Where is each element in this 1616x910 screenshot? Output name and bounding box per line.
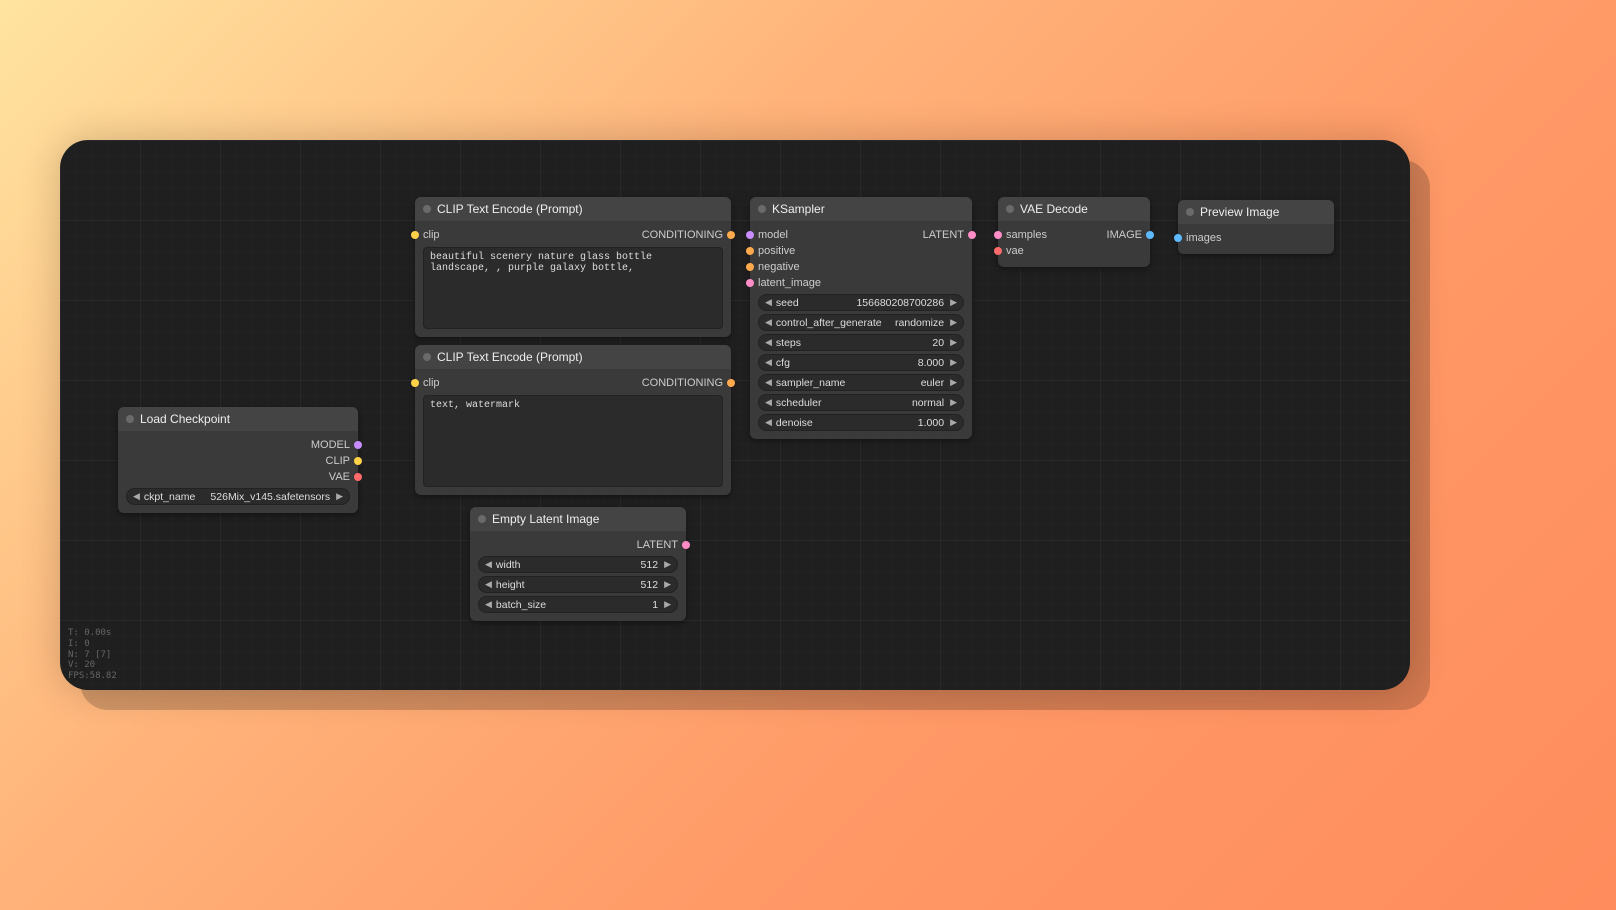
arrow-left-icon[interactable]: ◀ bbox=[763, 377, 774, 388]
port-in-samples[interactable] bbox=[994, 231, 1002, 239]
widget-batch-size[interactable]: ◀batch_size1▶ bbox=[478, 596, 678, 613]
input-clip: clip bbox=[423, 229, 440, 241]
collapse-dot-icon[interactable] bbox=[1006, 205, 1014, 213]
arrow-right-icon[interactable]: ▶ bbox=[948, 337, 959, 348]
collapse-dot-icon[interactable] bbox=[423, 353, 431, 361]
output-image: IMAGE bbox=[1107, 229, 1142, 241]
input-model: model bbox=[758, 229, 788, 241]
port-in-model[interactable] bbox=[746, 231, 754, 239]
arrow-right-icon[interactable]: ▶ bbox=[948, 397, 959, 408]
arrow-left-icon[interactable]: ◀ bbox=[763, 317, 774, 328]
collapse-dot-icon[interactable] bbox=[126, 415, 134, 423]
output-clip: CLIP bbox=[326, 455, 350, 467]
node-clip-text-encode-positive[interactable]: CLIP Text Encode (Prompt) clip CONDITION… bbox=[415, 197, 731, 337]
port-in-latent-image[interactable] bbox=[746, 279, 754, 287]
port-out-model[interactable] bbox=[354, 441, 362, 449]
node-ksampler[interactable]: KSampler model LATENT positive negative … bbox=[750, 197, 972, 439]
node-clip-text-encode-negative[interactable]: CLIP Text Encode (Prompt) clip CONDITION… bbox=[415, 345, 731, 495]
arrow-right-icon[interactable]: ▶ bbox=[662, 579, 673, 590]
node-title: VAE Decode bbox=[1020, 202, 1088, 216]
port-in-clip[interactable] bbox=[411, 379, 419, 387]
node-header[interactable]: CLIP Text Encode (Prompt) bbox=[415, 197, 731, 221]
input-samples: samples bbox=[1006, 229, 1047, 241]
widget-ckpt-name[interactable]: ◀ ckpt_name 526Mix_v145.safetensors ▶ bbox=[126, 488, 350, 505]
node-header[interactable]: CLIP Text Encode (Prompt) bbox=[415, 345, 731, 369]
node-title: Preview Image bbox=[1200, 205, 1279, 219]
node-title: KSampler bbox=[772, 202, 825, 216]
node-preview-image[interactable]: Preview Image images bbox=[1178, 200, 1334, 254]
widget-denoise[interactable]: ◀denoise1.000▶ bbox=[758, 414, 964, 431]
arrow-right-icon[interactable]: ▶ bbox=[334, 491, 345, 502]
node-title: Load Checkpoint bbox=[140, 412, 230, 426]
port-out-clip[interactable] bbox=[354, 457, 362, 465]
collapse-dot-icon[interactable] bbox=[423, 205, 431, 213]
input-clip: clip bbox=[423, 377, 440, 389]
input-vae: vae bbox=[1006, 245, 1024, 257]
input-images: images bbox=[1186, 232, 1221, 244]
port-in-vae[interactable] bbox=[994, 247, 1002, 255]
arrow-left-icon[interactable]: ◀ bbox=[763, 357, 774, 368]
port-out-latent[interactable] bbox=[968, 231, 976, 239]
widget-sampler-name[interactable]: ◀sampler_nameeuler▶ bbox=[758, 374, 964, 391]
node-empty-latent-image[interactable]: Empty Latent Image LATENT ◀width512▶ ◀he… bbox=[470, 507, 686, 621]
arrow-right-icon[interactable]: ▶ bbox=[948, 317, 959, 328]
node-vae-decode[interactable]: VAE Decode samples IMAGE vae bbox=[998, 197, 1150, 267]
node-header[interactable]: KSampler bbox=[750, 197, 972, 221]
output-conditioning: CONDITIONING bbox=[642, 229, 723, 241]
arrow-left-icon[interactable]: ◀ bbox=[483, 559, 494, 570]
prompt-text[interactable]: beautiful scenery nature glass bottle la… bbox=[423, 247, 723, 329]
node-graph-canvas[interactable]: Load Checkpoint MODEL CLIP VAE ◀ ckpt_na… bbox=[60, 140, 1410, 690]
port-out-latent[interactable] bbox=[682, 541, 690, 549]
port-in-clip[interactable] bbox=[411, 231, 419, 239]
output-latent: LATENT bbox=[637, 539, 678, 551]
arrow-left-icon[interactable]: ◀ bbox=[131, 491, 142, 502]
arrow-right-icon[interactable]: ▶ bbox=[662, 559, 673, 570]
port-in-positive[interactable] bbox=[746, 247, 754, 255]
arrow-right-icon[interactable]: ▶ bbox=[948, 417, 959, 428]
input-negative: negative bbox=[758, 261, 800, 273]
arrow-left-icon[interactable]: ◀ bbox=[483, 579, 494, 590]
collapse-dot-icon[interactable] bbox=[478, 515, 486, 523]
node-header[interactable]: Preview Image bbox=[1178, 200, 1334, 224]
widget-steps[interactable]: ◀steps20▶ bbox=[758, 334, 964, 351]
node-title: CLIP Text Encode (Prompt) bbox=[437, 350, 583, 364]
widget-width[interactable]: ◀width512▶ bbox=[478, 556, 678, 573]
port-out-vae[interactable] bbox=[354, 473, 362, 481]
widget-cfg[interactable]: ◀cfg8.000▶ bbox=[758, 354, 964, 371]
arrow-left-icon[interactable]: ◀ bbox=[763, 297, 774, 308]
port-out-conditioning[interactable] bbox=[727, 231, 735, 239]
node-title: Empty Latent Image bbox=[492, 512, 599, 526]
node-header[interactable]: Load Checkpoint bbox=[118, 407, 358, 431]
widget-seed[interactable]: ◀seed156680208700286▶ bbox=[758, 294, 964, 311]
output-vae: VAE bbox=[329, 471, 350, 483]
canvas-stats: T: 0.00s I: 0 N: 7 [7] V: 20 FPS:58.82 bbox=[68, 628, 117, 682]
arrow-left-icon[interactable]: ◀ bbox=[763, 337, 774, 348]
port-in-negative[interactable] bbox=[746, 263, 754, 271]
arrow-left-icon[interactable]: ◀ bbox=[763, 397, 774, 408]
node-title: CLIP Text Encode (Prompt) bbox=[437, 202, 583, 216]
port-out-conditioning[interactable] bbox=[727, 379, 735, 387]
input-latent-image: latent_image bbox=[758, 277, 821, 289]
output-latent: LATENT bbox=[923, 229, 964, 241]
arrow-left-icon[interactable]: ◀ bbox=[483, 599, 494, 610]
collapse-dot-icon[interactable] bbox=[758, 205, 766, 213]
output-conditioning: CONDITIONING bbox=[642, 377, 723, 389]
collapse-dot-icon[interactable] bbox=[1186, 208, 1194, 216]
widget-scheduler[interactable]: ◀schedulernormal▶ bbox=[758, 394, 964, 411]
arrow-right-icon[interactable]: ▶ bbox=[948, 297, 959, 308]
port-in-images[interactable] bbox=[1174, 234, 1182, 242]
arrow-right-icon[interactable]: ▶ bbox=[948, 357, 959, 368]
prompt-text[interactable]: text, watermark bbox=[423, 395, 723, 487]
port-out-image[interactable] bbox=[1146, 231, 1154, 239]
arrow-right-icon[interactable]: ▶ bbox=[948, 377, 959, 388]
node-load-checkpoint[interactable]: Load Checkpoint MODEL CLIP VAE ◀ ckpt_na… bbox=[118, 407, 358, 513]
widget-height[interactable]: ◀height512▶ bbox=[478, 576, 678, 593]
node-header[interactable]: VAE Decode bbox=[998, 197, 1150, 221]
input-positive: positive bbox=[758, 245, 795, 257]
node-header[interactable]: Empty Latent Image bbox=[470, 507, 686, 531]
widget-control-after-generate[interactable]: ◀control_after_generaterandomize▶ bbox=[758, 314, 964, 331]
arrow-left-icon[interactable]: ◀ bbox=[763, 417, 774, 428]
arrow-right-icon[interactable]: ▶ bbox=[662, 599, 673, 610]
output-model: MODEL bbox=[311, 439, 350, 451]
